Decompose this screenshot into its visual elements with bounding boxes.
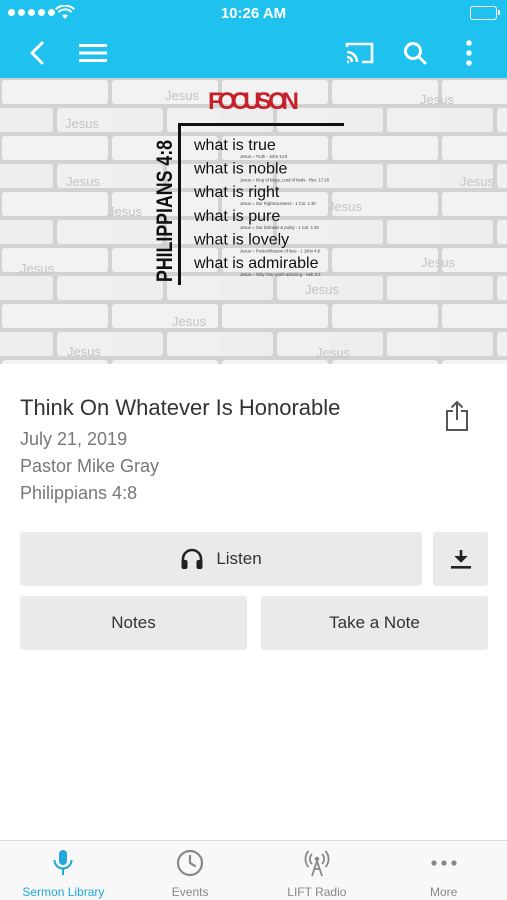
tab-more[interactable]: More [380, 841, 507, 900]
clock-icon [177, 849, 204, 877]
watermark-text: Jesus [460, 174, 494, 189]
listen-label: Listen [216, 549, 262, 568]
take-note-label: Take a Note [329, 613, 420, 632]
sermon-info: Think On Whatever Is Honorable July 21, … [20, 394, 440, 507]
artwork-line-note: Jesus = Our holiness & purity - 1 Cor. 1… [240, 225, 319, 230]
artwork-line-text: what is pure [193, 208, 280, 225]
artwork-line-note: Jesus = Our Righteousness - 1 Cor. 1:30 [240, 201, 316, 206]
notes-label: Notes [111, 613, 156, 632]
battery-icon [470, 6, 500, 20]
cast-icon [345, 42, 374, 64]
tab-bar: Sermon Library Events LIFT Radio More [0, 840, 507, 900]
status-time: 10:26 AM [220, 5, 287, 22]
artwork-line-text: what is admirable [193, 255, 319, 272]
artwork-divider-vertical [178, 126, 181, 285]
watermark-text: Jesus [420, 92, 454, 107]
status-bar: 10:26 AM [0, 0, 507, 28]
download-icon [450, 550, 471, 569]
more-dots-icon [431, 860, 457, 866]
watermark-text: Jesus [67, 344, 101, 359]
share-button[interactable] [437, 395, 477, 437]
radio-tower-icon [304, 850, 330, 877]
download-button[interactable] [433, 532, 488, 586]
take-note-button[interactable]: Take a Note [261, 596, 488, 650]
more-vertical-icon [466, 40, 472, 66]
menu-button[interactable] [73, 33, 113, 73]
nav-bar [0, 28, 507, 78]
tab-lift-radio[interactable]: LIFT Radio [254, 841, 381, 900]
sermon-speaker: Pastor Mike Gray [20, 456, 160, 476]
notes-button[interactable]: Notes [20, 596, 247, 650]
artwork-line-note: Jesus = Truth - John 14:6 [240, 154, 288, 159]
watermark-text: Jesus [65, 116, 99, 131]
sermon-artwork-graphic: Jesus Jesus Jesus Jesus Jesus Jesus Jesus Jesus… [0, 78, 507, 364]
watermark-text: Jesus [20, 261, 54, 276]
watermark-text: Jesus [305, 282, 339, 297]
tab-events[interactable]: Events [127, 841, 254, 900]
artwork-reference: PHILIPPIANS 4:8 [152, 140, 177, 282]
watermark-text: Jesus [421, 255, 455, 270]
artwork-line-note: Jesus = Only One worth admiring - Heb 3:… [240, 272, 321, 277]
artwork-line-note: Jesus = Personification of love - 1 John… [240, 248, 321, 253]
sermon-artwork: Jesus Jesus Jesus Jesus Jesus Jesus Jesus Jesus… [0, 78, 507, 364]
tab-label: LIFT Radio [287, 885, 347, 899]
watermark-text: Jesus [172, 314, 206, 329]
artwork-heading: FOCUS ON [208, 88, 300, 115]
tab-sermon-library[interactable]: Sermon Library [0, 841, 127, 900]
sermon-scripture: Philippians 4:8 [20, 483, 138, 503]
sermon-date: July 21, 2019 [20, 429, 128, 449]
back-button[interactable] [17, 33, 57, 73]
watermark-text: Jesus [66, 174, 100, 189]
watermark-text: Jesus [108, 204, 142, 219]
watermark-text: Jesus [328, 199, 362, 214]
sermon-title: Think On Whatever Is Honorable [20, 395, 341, 420]
artwork-line-note: Jesus = King of kings, Lord of lords - R… [240, 178, 330, 183]
microphone-icon [53, 850, 73, 875]
watermark-text: Jesus [316, 345, 350, 360]
cast-button[interactable] [340, 33, 380, 73]
hamburger-menu-icon [79, 44, 107, 62]
overflow-menu-button[interactable] [449, 33, 489, 73]
artwork-line-text: what is lovely [193, 231, 289, 248]
search-button[interactable] [395, 33, 435, 73]
artwork-line-text: what is true [193, 137, 276, 154]
tab-label: Sermon Library [22, 885, 105, 899]
artwork-line-text: what is noble [193, 161, 287, 178]
share-icon [446, 400, 468, 431]
listen-button[interactable]: Listen [20, 532, 422, 586]
tab-label: More [429, 885, 458, 899]
tab-label: Events [171, 885, 209, 899]
search-icon [404, 42, 427, 65]
artwork-line-text: what is right [193, 184, 280, 201]
watermark-text: Jesus [165, 88, 199, 103]
artwork-divider-horizontal [178, 123, 344, 126]
chevron-left-icon [30, 41, 44, 65]
headphones-icon [181, 548, 203, 569]
